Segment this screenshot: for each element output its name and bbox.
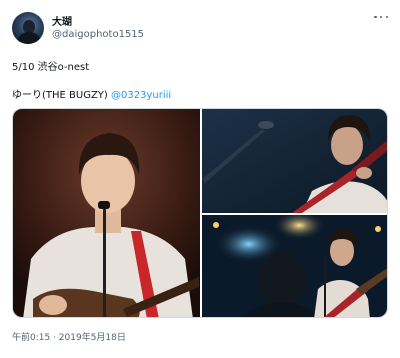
photo-3[interactable] xyxy=(202,215,387,317)
avatar-silhouette-body xyxy=(18,32,40,44)
more-options-icon[interactable] xyxy=(374,10,388,24)
tweet: 大瑚 @daigophoto1515 5/10 渋谷o-nest ゆーり(THE… xyxy=(0,0,400,358)
author-handle[interactable]: @daigophoto1515 xyxy=(52,29,144,40)
author-name[interactable]: 大瑚 xyxy=(52,13,72,28)
tweet-text-line-1: 5/10 渋谷o-nest xyxy=(12,62,90,73)
avatar[interactable] xyxy=(12,12,44,44)
tweet-text-line-2: ゆーり(THE BUGZY) @0323yuriii xyxy=(12,86,171,101)
tweet-timestamp[interactable]: 午前0:15 · 2019年5月18日 xyxy=(12,330,126,343)
mention-link[interactable]: @0323yuriii xyxy=(111,90,171,101)
photo-1[interactable] xyxy=(13,109,200,317)
tweet-text-prefix: ゆーり(THE BUGZY) xyxy=(12,90,111,101)
photo-2[interactable] xyxy=(202,109,387,213)
media-grid xyxy=(12,108,388,318)
